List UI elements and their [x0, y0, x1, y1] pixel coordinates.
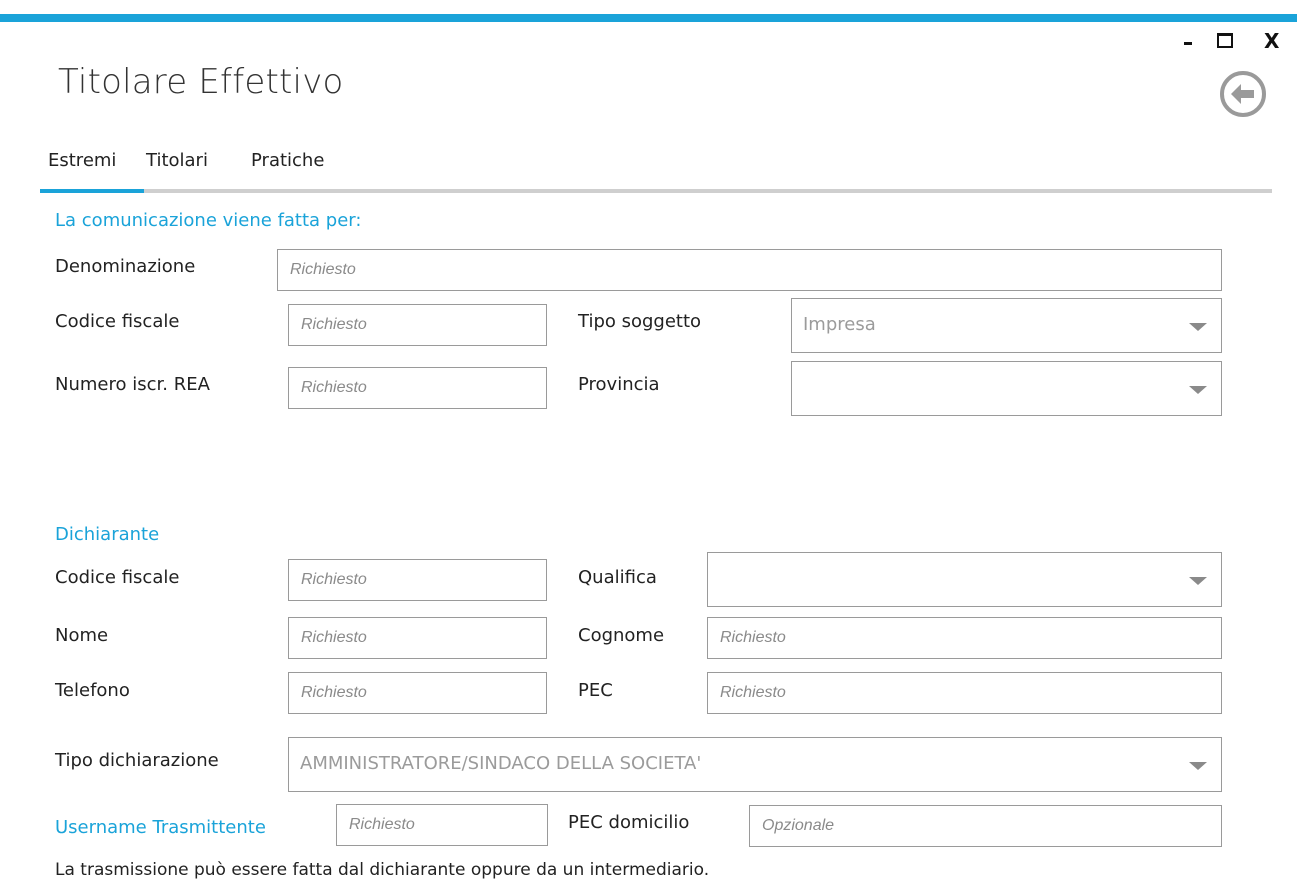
- telefono-input[interactable]: [288, 672, 547, 714]
- tab-divider: [40, 189, 1272, 193]
- close-icon[interactable]: X: [1264, 30, 1279, 52]
- tab-titolari[interactable]: Titolari: [146, 150, 208, 171]
- tipo-dichiarazione-label: Tipo dichiarazione: [55, 750, 219, 771]
- accent-bar: [0, 14, 1297, 22]
- username-trasmittente-label: Username Trasmittente: [55, 817, 266, 838]
- page-title: Titolare Effettivo: [58, 62, 344, 102]
- tipo-soggetto-value: Impresa: [803, 314, 876, 335]
- pec-domicilio-input[interactable]: [749, 805, 1222, 847]
- tab-pratiche[interactable]: Pratiche: [251, 150, 324, 171]
- dichiarante-codice-fiscale-input[interactable]: [288, 559, 547, 601]
- codice-fiscale-label: Codice fiscale: [55, 311, 180, 332]
- back-arrow-circle-icon: [1220, 71, 1266, 117]
- username-trasmittente-input[interactable]: [336, 804, 548, 846]
- tipo-dichiarazione-value: AMMINISTRATORE/SINDACO DELLA SOCIETA': [300, 753, 702, 774]
- qualifica-label: Qualifica: [578, 567, 657, 588]
- trasmissione-note: La trasmissione può essere fatta dal dic…: [55, 860, 710, 880]
- cognome-label: Cognome: [578, 625, 665, 646]
- denominazione-label: Denominazione: [55, 256, 196, 277]
- pec-label: PEC: [578, 680, 613, 701]
- chevron-down-icon: [1189, 323, 1207, 331]
- nome-input[interactable]: [288, 617, 547, 659]
- chevron-down-icon: [1189, 577, 1207, 585]
- tipo-soggetto-label: Tipo soggetto: [578, 311, 702, 332]
- codice-fiscale-input[interactable]: [288, 304, 547, 346]
- numero-rea-input[interactable]: [288, 367, 547, 409]
- section-dichiarante-label: Dichiarante: [55, 524, 160, 545]
- provincia-label: Provincia: [578, 374, 660, 395]
- denominazione-input[interactable]: [277, 249, 1222, 291]
- dichiarante-codice-fiscale-label: Codice fiscale: [55, 567, 180, 588]
- chevron-down-icon: [1189, 762, 1207, 770]
- nome-label: Nome: [55, 625, 109, 646]
- maximize-icon[interactable]: [1217, 33, 1233, 48]
- section-comunicazione-label: La comunicazione viene fatta per:: [55, 210, 362, 231]
- back-button[interactable]: [1219, 70, 1267, 118]
- telefono-label: Telefono: [55, 680, 130, 701]
- tab-estremi[interactable]: Estremi: [48, 150, 116, 171]
- tipo-dichiarazione-select[interactable]: AMMINISTRATORE/SINDACO DELLA SOCIETA': [288, 737, 1222, 792]
- cognome-input[interactable]: [707, 617, 1222, 659]
- pec-domicilio-label: PEC domicilio: [568, 812, 690, 833]
- tab-active-indicator: [40, 189, 144, 193]
- pec-input[interactable]: [707, 672, 1222, 714]
- chevron-down-icon: [1189, 386, 1207, 394]
- tipo-soggetto-select[interactable]: Impresa: [791, 298, 1222, 353]
- numero-rea-label: Numero iscr. REA: [55, 374, 210, 395]
- provincia-select[interactable]: [791, 361, 1222, 416]
- qualifica-select[interactable]: [707, 552, 1222, 607]
